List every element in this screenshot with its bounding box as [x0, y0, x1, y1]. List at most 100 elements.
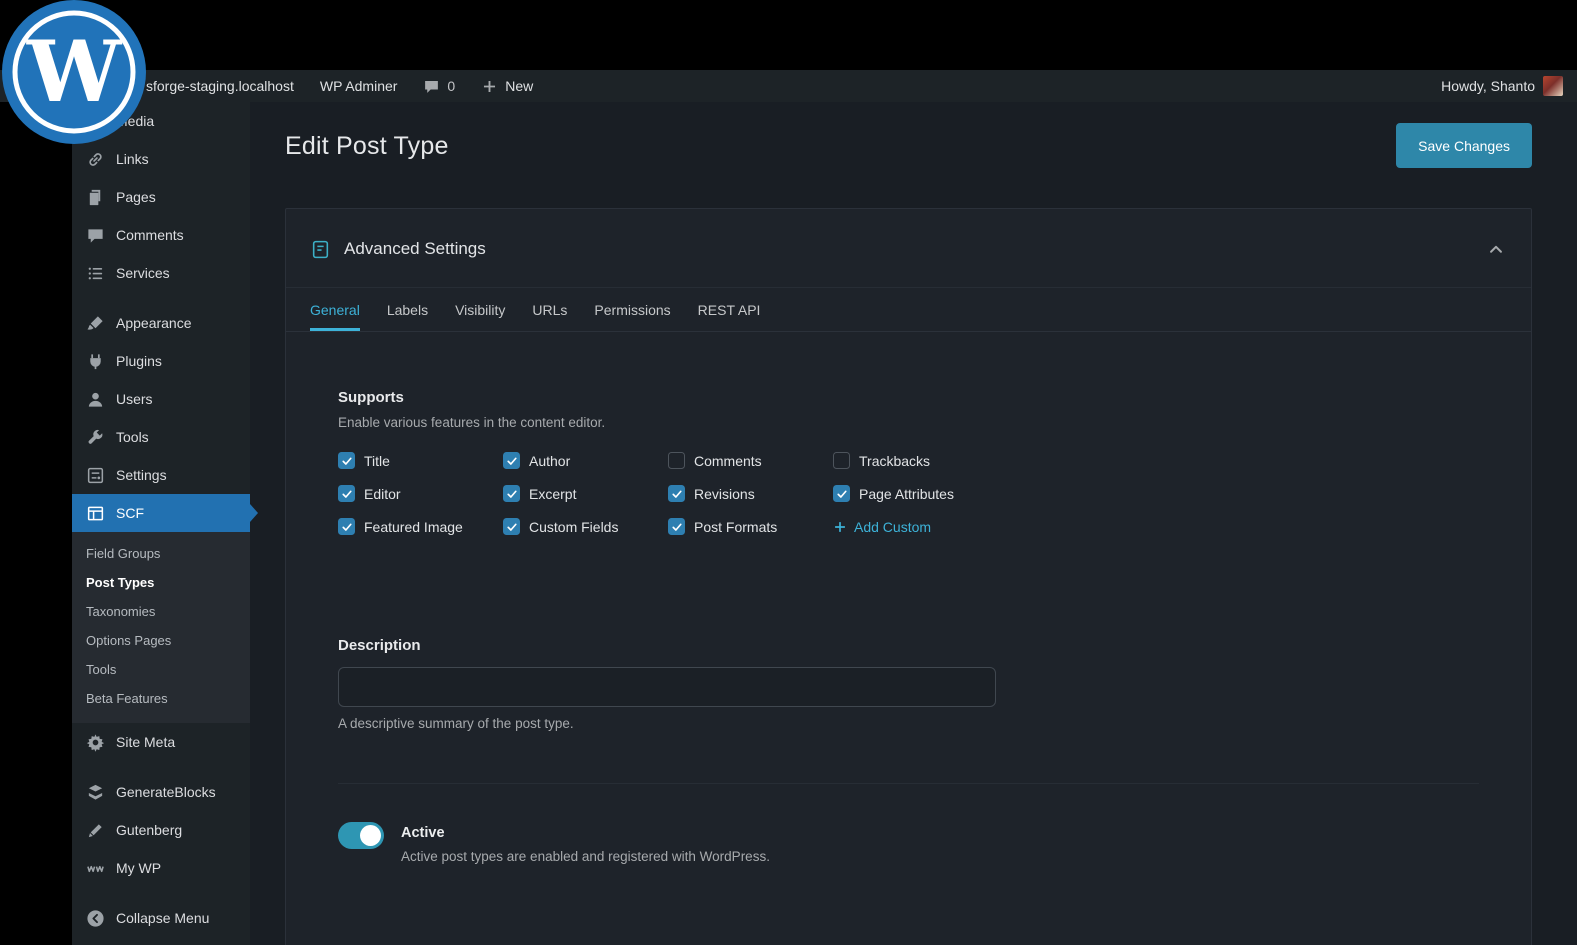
support-option-trackbacks[interactable]: Trackbacks [833, 452, 1063, 469]
checkbox-icon [338, 518, 355, 535]
submenu-item-field-groups[interactable]: Field Groups [72, 539, 250, 568]
sidebar-item-appearance[interactable]: Appearance [72, 304, 250, 342]
supports-section: Supports Enable various features in the … [338, 389, 1479, 535]
sidebar-item-comments[interactable]: Comments [72, 216, 250, 254]
mywp-icon [86, 859, 105, 878]
comment-bubble-icon [423, 78, 440, 95]
sidebar-item-tools[interactable]: Tools [72, 418, 250, 456]
panel-header: Advanced Settings [286, 209, 1531, 288]
description-heading: Description [338, 637, 1479, 654]
gutenberg-icon [86, 821, 105, 840]
supports-heading: Supports [338, 389, 1479, 406]
sidebar-item-site-meta[interactable]: Site Meta [72, 723, 250, 761]
supports-grid: Title Author Comments Trackbacks Editor … [338, 452, 1479, 535]
support-option-post-formats[interactable]: Post Formats [668, 518, 833, 535]
support-option-comments[interactable]: Comments [668, 452, 833, 469]
support-option-author[interactable]: Author [503, 452, 668, 469]
checkbox-icon [833, 485, 850, 502]
admin-bar-wp-adminer[interactable]: WP Adminer [320, 78, 398, 94]
active-title: Active [401, 825, 770, 841]
supports-help: Enable various features in the content e… [338, 415, 1479, 430]
sidebar-section: Collapse Menu [72, 899, 250, 937]
support-option-editor[interactable]: Editor [338, 485, 503, 502]
sidebar-item-gutenberg[interactable]: Gutenberg [72, 811, 250, 849]
tab-permissions[interactable]: Permissions [594, 288, 670, 331]
chevron-up-icon[interactable] [1485, 238, 1507, 260]
wordpress-logo-letter: W [26, 22, 123, 121]
plus-icon [481, 78, 498, 95]
main-content: Edit Post Type Save Changes Advanced Set… [250, 102, 1577, 945]
avatar [1543, 76, 1563, 96]
toggle-knob [360, 825, 381, 846]
sidebar-item-my-wp[interactable]: My WP [72, 849, 250, 887]
checkbox-icon [833, 452, 850, 469]
support-option-title[interactable]: Title [338, 452, 503, 469]
sidebar-menu: Media Links Pages Comments Services Appe… [72, 102, 250, 937]
tools-icon [86, 428, 105, 447]
sidebar-item-generateblocks[interactable]: GenerateBlocks [72, 773, 250, 811]
submenu-item-beta-features[interactable]: Beta Features [72, 684, 250, 713]
sidebar-item-scf[interactable]: SCF [72, 494, 250, 532]
save-changes-button[interactable]: Save Changes [1396, 123, 1532, 168]
sidebar-item-plugins[interactable]: Plugins [72, 342, 250, 380]
collapse-icon [86, 909, 105, 928]
sidebar-item-services[interactable]: Services [72, 254, 250, 292]
comments-count: 0 [447, 78, 455, 94]
checkbox-icon [668, 485, 685, 502]
users-icon [86, 390, 105, 409]
support-option-excerpt[interactable]: Excerpt [503, 485, 668, 502]
site-name: sforge-staging.localhost [146, 78, 294, 94]
support-option-revisions[interactable]: Revisions [668, 485, 833, 502]
add-custom-link[interactable]: Add Custom [833, 519, 1063, 535]
description-input[interactable] [338, 667, 996, 707]
sidebar-item-settings[interactable]: Settings [72, 456, 250, 494]
support-option-page-attributes[interactable]: Page Attributes [833, 485, 1063, 502]
checkbox-icon [338, 452, 355, 469]
gear-icon [86, 733, 105, 752]
panel-body: Supports Enable various features in the … [286, 332, 1531, 934]
active-toggle[interactable] [338, 822, 384, 849]
plus-icon [833, 520, 847, 534]
page-title: Edit Post Type [285, 132, 1532, 161]
plugins-icon [86, 352, 105, 371]
submenu-item-taxonomies[interactable]: Taxonomies [72, 597, 250, 626]
tab-urls[interactable]: URLs [532, 288, 567, 331]
admin-bar-account[interactable]: Howdy, Shanto [1441, 76, 1577, 96]
sidebar-item-pages[interactable]: Pages [72, 178, 250, 216]
checkbox-icon [338, 485, 355, 502]
settings-icon [86, 466, 105, 485]
description-help: A descriptive summary of the post type. [338, 716, 1479, 731]
howdy-text: Howdy, Shanto [1441, 78, 1535, 94]
active-text: Active Active post types are enabled and… [401, 822, 770, 864]
tab-general[interactable]: General [310, 288, 360, 331]
sidebar-item-users[interactable]: Users [72, 380, 250, 418]
scf-submenu: Field GroupsPost TypesTaxonomiesOptions … [72, 532, 250, 723]
sidebar-item-collapse-menu[interactable]: Collapse Menu [72, 899, 250, 937]
page-header: Edit Post Type Save Changes [250, 102, 1577, 208]
pages-icon [86, 188, 105, 207]
support-option-custom-fields[interactable]: Custom Fields [503, 518, 668, 535]
tab-labels[interactable]: Labels [387, 288, 428, 331]
wordpress-logo: W [0, 0, 150, 149]
advanced-settings-icon [310, 239, 331, 260]
tab-rest-api[interactable]: REST API [698, 288, 761, 331]
checkbox-icon [668, 452, 685, 469]
comments-icon [86, 226, 105, 245]
advanced-settings-panel: Advanced Settings General Labels Visibilit… [285, 208, 1532, 945]
tab-visibility[interactable]: Visibility [455, 288, 505, 331]
submenu-item-post-types[interactable]: Post Types [72, 568, 250, 597]
settings-tabs: General Labels Visibility URLs Permissions RE… [286, 288, 1531, 332]
checkbox-icon [503, 485, 520, 502]
services-icon [86, 264, 105, 283]
active-section: Active Active post types are enabled and… [338, 783, 1479, 864]
description-section: Description A descriptive summary of the… [338, 637, 1479, 731]
panel-title: Advanced Settings [344, 239, 486, 259]
scf-icon [86, 504, 105, 523]
appearance-icon [86, 314, 105, 333]
admin-bar-new[interactable]: New [481, 78, 533, 95]
submenu-item-options-pages[interactable]: Options Pages [72, 626, 250, 655]
admin-bar-comments[interactable]: 0 [423, 78, 455, 95]
active-help: Active post types are enabled and regist… [401, 849, 770, 864]
submenu-item-tools[interactable]: Tools [72, 655, 250, 684]
support-option-featured-image[interactable]: Featured Image [338, 518, 503, 535]
